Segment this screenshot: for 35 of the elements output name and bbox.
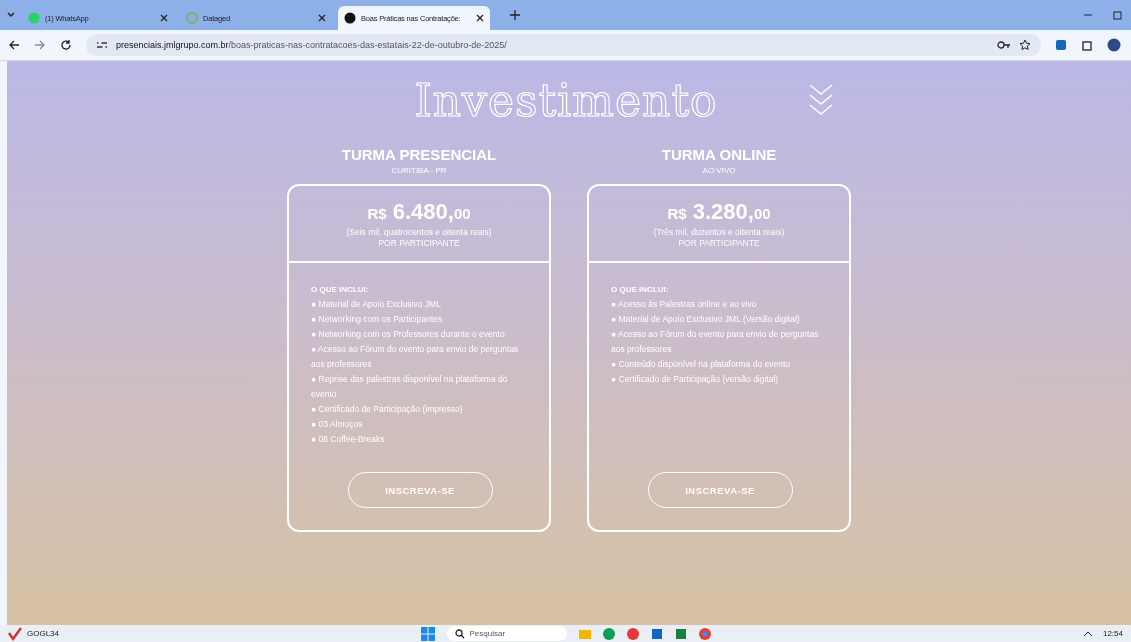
plan-subtitle: CURITIBA - PR: [391, 166, 447, 175]
reload-icon[interactable]: [60, 39, 72, 51]
close-icon[interactable]: [318, 14, 326, 22]
close-icon[interactable]: [160, 14, 168, 22]
address-field[interactable]: presenciais.jmlgrupo.com.br/boas-praticas-nas-contratacoes-das-estatais-22-de-outubro-de-2025/: [86, 34, 1041, 56]
stock-ticker[interactable]: GOGL34: [27, 629, 59, 638]
back-icon[interactable]: [8, 39, 20, 51]
site-settings-icon[interactable]: [96, 39, 108, 51]
per-participant-label: POR PARTICIPANTE: [378, 237, 460, 249]
new-tab-icon[interactable]: [510, 10, 520, 20]
close-icon[interactable]: [476, 14, 484, 22]
key-icon[interactable]: [997, 40, 1011, 50]
clock-time[interactable]: 12:54: [1102, 629, 1123, 638]
price-text: R$ 6.480,00: [367, 198, 471, 225]
windows-start-icon[interactable]: [420, 626, 435, 641]
plan-subtitle: AO VIVO: [702, 166, 736, 175]
circle-icon: [344, 12, 356, 24]
tab-list-icon[interactable]: [6, 10, 16, 20]
taskbar-search-field[interactable]: Pesquisar: [446, 626, 567, 641]
price-text: R$ 3.280,00: [667, 198, 771, 225]
plan-name: TURMA PRESENCIAL: [341, 146, 497, 163]
included-item: ● Conteúdo disponível na plataforma do evento: [611, 358, 792, 371]
per-participant-label: POR PARTICIPANTE: [678, 237, 760, 249]
search-icon: [454, 628, 465, 639]
profile-avatar-icon[interactable]: [1107, 38, 1121, 52]
included-item: ● 03 Almoços: [311, 418, 364, 431]
forward-icon[interactable]: [34, 39, 46, 51]
section-title: Investimento: [414, 75, 718, 126]
star-icon[interactable]: [1019, 39, 1031, 51]
restore-icon[interactable]: [1113, 10, 1123, 20]
plan-name: TURMA ONLINE: [661, 146, 777, 163]
included-item: ● 06 Coffee-Breaks: [311, 433, 386, 446]
includes-heading: O QUE INCLUI:: [611, 285, 670, 294]
includes-heading: O QUE INCLUI:: [311, 285, 370, 294]
price-in-words: (Três mil, duzentos e oitenta reais): [653, 226, 785, 238]
